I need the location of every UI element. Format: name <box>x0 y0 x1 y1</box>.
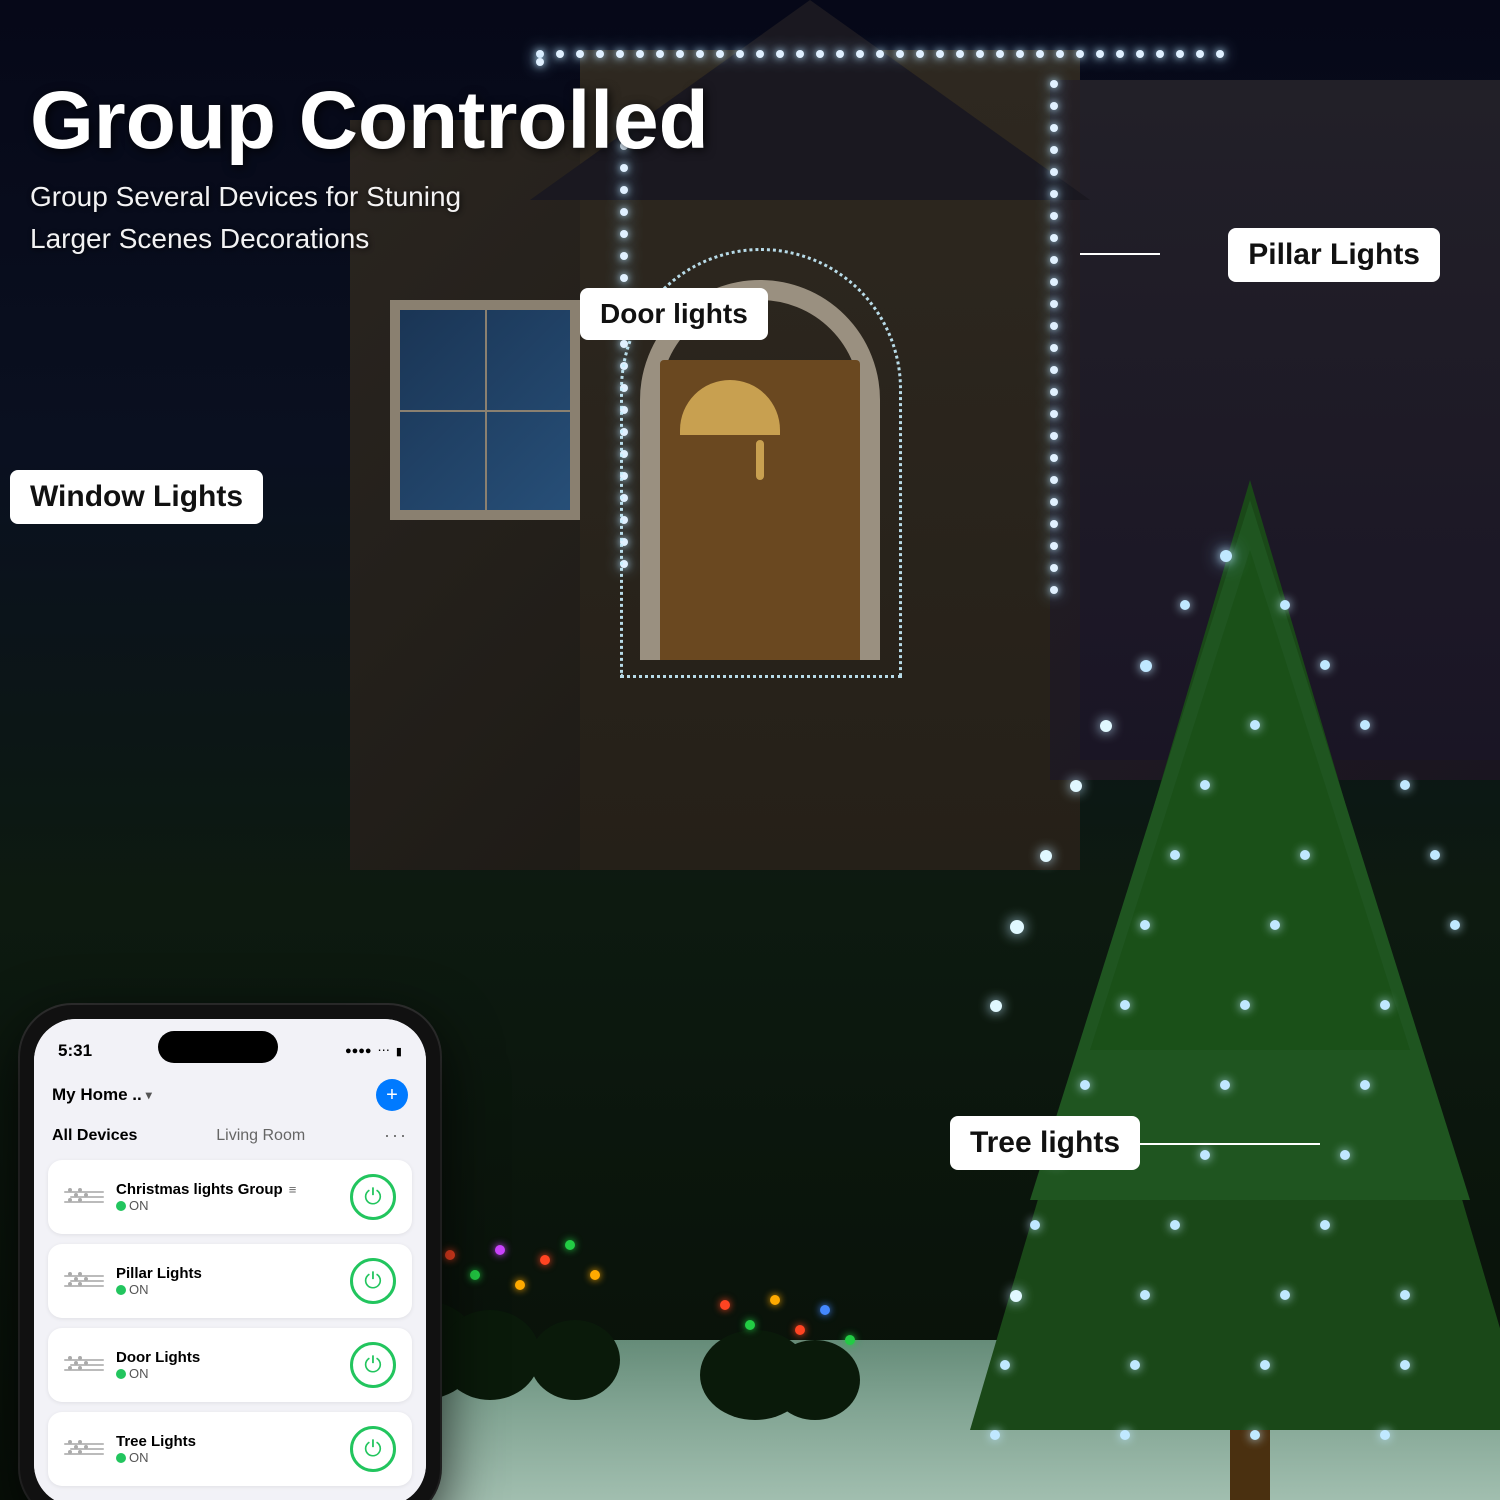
group-icon: ≡ <box>289 1182 297 1197</box>
device-text-pillar: Pillar Lights ON <box>116 1265 202 1297</box>
device-text-door: Door Lights ON <box>116 1349 200 1381</box>
left-window <box>390 300 580 520</box>
tabs-row: All Devices Living Room ··· <box>34 1121 426 1154</box>
device-name-christmas: Christmas lights Group ≡ <box>116 1181 296 1198</box>
device-name-pillar: Pillar Lights <box>116 1265 202 1282</box>
device-text-christmas: Christmas lights Group ≡ ON <box>116 1181 296 1213</box>
main-title: Group Controlled <box>30 80 709 162</box>
signal-icon: ●●●● <box>345 1045 372 1057</box>
device-card-door[interactable]: Door Lights ON ⏻ <box>48 1328 412 1402</box>
device-status-door: ON <box>116 1366 200 1381</box>
lights-icon-pillar <box>64 1275 104 1287</box>
app-header: My Home .. ▾ + <box>34 1075 426 1121</box>
christmas-tree <box>940 450 1500 1500</box>
status-indicator <box>116 1201 126 1211</box>
device-status-christmas: ON <box>116 1198 296 1213</box>
phone-mockup: 5:31 ●●●● ⋅⋅⋅ ▮ My Home .. ▾ + <box>20 1005 440 1500</box>
battery-icon: ▮ <box>396 1045 402 1058</box>
eave-lights-top <box>530 50 1230 66</box>
dynamic-island <box>158 1031 278 1063</box>
status-time: 5:31 <box>58 1041 92 1061</box>
power-button-tree[interactable]: ⏻ <box>350 1426 396 1472</box>
power-button-pillar[interactable]: ⏻ <box>350 1258 396 1304</box>
status-indicator <box>116 1285 126 1295</box>
tab-all-devices[interactable]: All Devices <box>52 1127 137 1145</box>
power-button-door[interactable]: ⏻ <box>350 1342 396 1388</box>
status-bar: 5:31 ●●●● ⋅⋅⋅ ▮ <box>34 1019 426 1075</box>
tree-lights-label: Tree lights <box>950 1116 1140 1170</box>
lights-icon-door <box>64 1359 104 1371</box>
device-status-pillar: ON <box>116 1282 202 1297</box>
power-icon: ⏻ <box>364 1184 381 1210</box>
power-icon: ⏻ <box>364 1268 381 1294</box>
background-scene: Group Controlled Group Several Devices f… <box>0 0 1500 1500</box>
home-title-text: My Home .. <box>52 1085 142 1105</box>
subtitle: Group Several Devices for Stuning Larger… <box>30 176 709 260</box>
lights-icon-tree <box>64 1443 104 1455</box>
window-lights-label: Window Lights <box>10 470 263 524</box>
device-name-door: Door Lights <box>116 1349 200 1366</box>
lights-icon-christmas <box>64 1191 104 1203</box>
status-icons: ●●●● ⋅⋅⋅ ▮ <box>345 1043 402 1059</box>
more-options-button[interactable]: ··· <box>384 1125 408 1146</box>
device-text-tree: Tree Lights ON <box>116 1433 196 1465</box>
bush-area-center <box>700 1280 900 1420</box>
device-list: Christmas lights Group ≡ ON ⏻ <box>34 1154 426 1500</box>
device-info-door: Door Lights ON <box>64 1349 200 1381</box>
phone-body: 5:31 ●●●● ⋅⋅⋅ ▮ My Home .. ▾ + <box>20 1005 440 1500</box>
home-title-row[interactable]: My Home .. ▾ <box>52 1085 152 1105</box>
chevron-down-icon: ▾ <box>146 1088 152 1102</box>
device-card-pillar[interactable]: Pillar Lights ON ⏻ <box>48 1244 412 1318</box>
add-button[interactable]: + <box>376 1079 408 1111</box>
tab-living-room[interactable]: Living Room <box>216 1127 305 1145</box>
status-indicator <box>116 1369 126 1379</box>
header-section: Group Controlled Group Several Devices f… <box>30 80 709 260</box>
phone-screen: 5:31 ●●●● ⋅⋅⋅ ▮ My Home .. ▾ + <box>34 1019 426 1500</box>
device-card-tree[interactable]: Tree Lights ON ⏻ <box>48 1412 412 1486</box>
device-name-tree: Tree Lights <box>116 1433 196 1450</box>
device-info-pillar: Pillar Lights ON <box>64 1265 202 1297</box>
door-body <box>660 360 860 660</box>
device-status-tree: ON <box>116 1450 196 1465</box>
power-button-christmas[interactable]: ⏻ <box>350 1174 396 1220</box>
device-card-christmas-lights[interactable]: Christmas lights Group ≡ ON ⏻ <box>48 1160 412 1234</box>
status-indicator <box>116 1453 126 1463</box>
pillar-lights-label: Pillar Lights <box>1228 228 1440 282</box>
power-icon: ⏻ <box>364 1436 381 1462</box>
pillar-label-connector <box>1080 253 1160 255</box>
device-info-tree: Tree Lights ON <box>64 1433 196 1465</box>
wifi-icon: ⋅⋅⋅ <box>378 1043 390 1059</box>
power-icon: ⏻ <box>364 1352 381 1378</box>
device-info-christmas: Christmas lights Group ≡ ON <box>64 1181 296 1213</box>
door-lights-label: Door lights <box>580 288 768 340</box>
